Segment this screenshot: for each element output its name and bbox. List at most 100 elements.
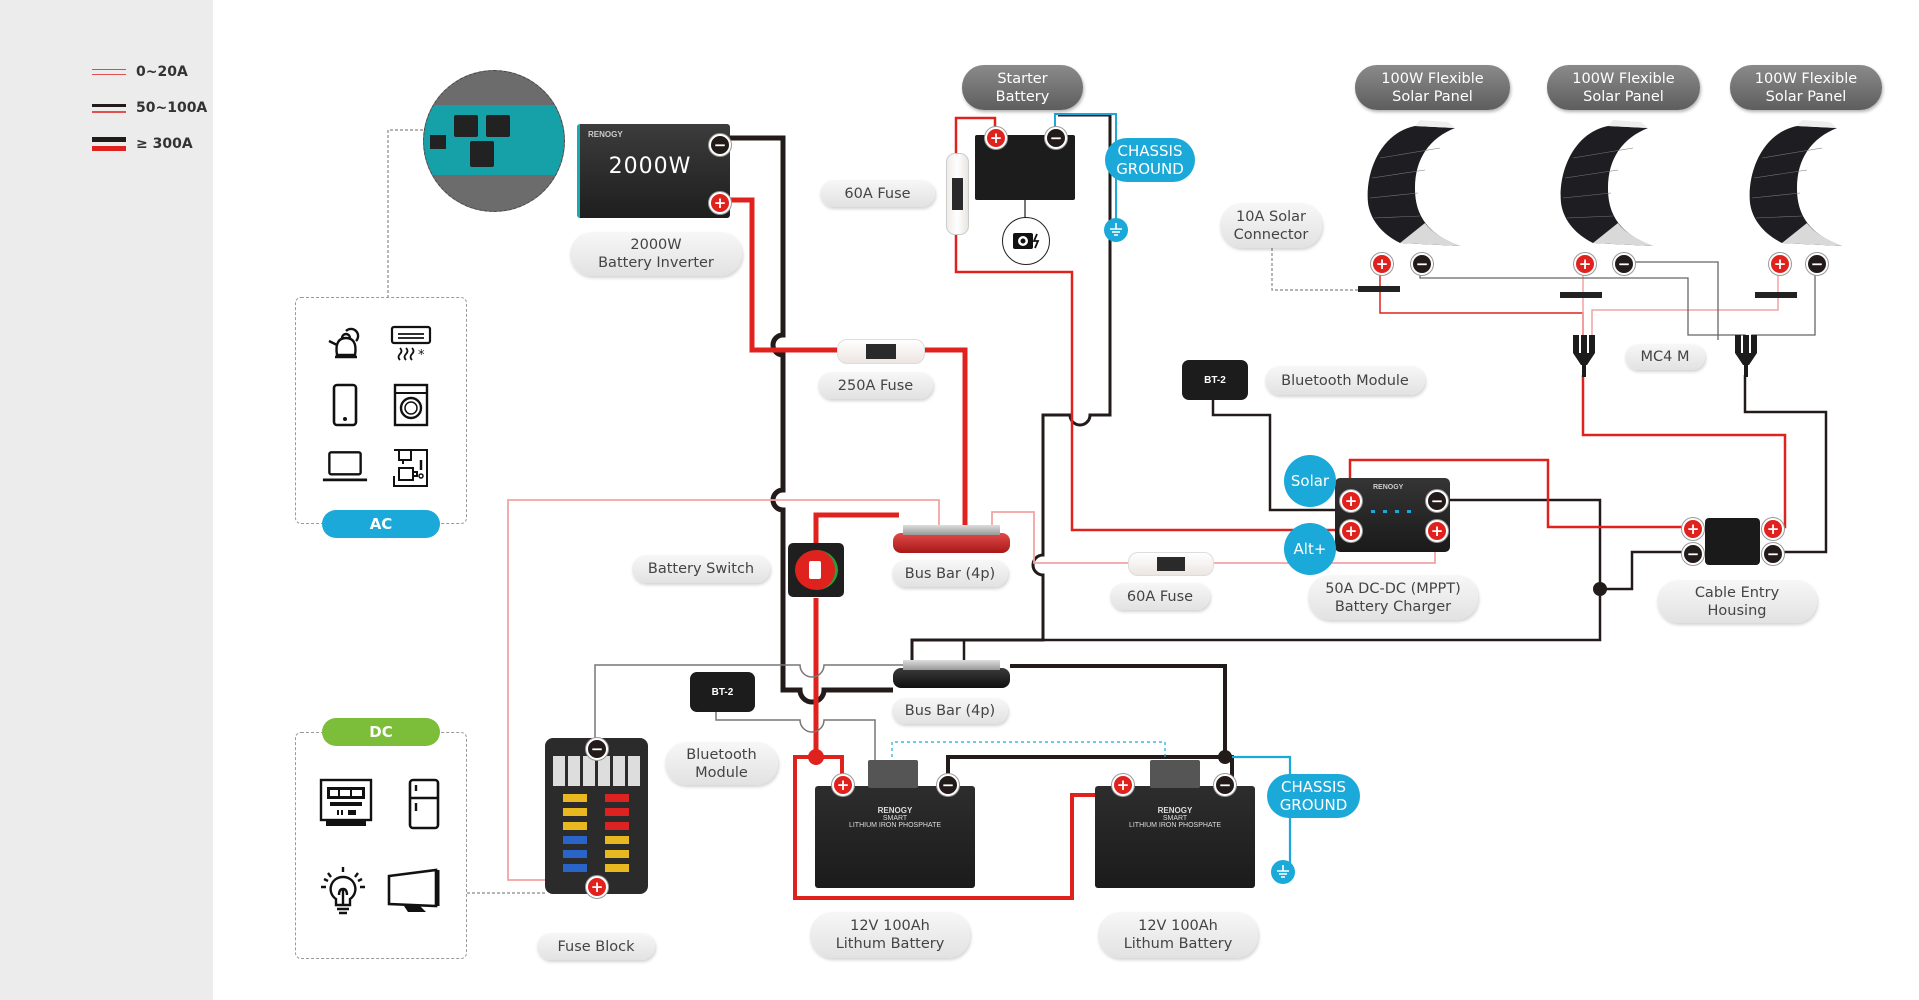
panel-3-positive-terminal[interactable]: + xyxy=(1769,253,1791,275)
junction-dot xyxy=(808,749,824,765)
battery-1-negative-terminal[interactable]: − xyxy=(937,774,959,796)
dc-loads-box xyxy=(295,732,467,959)
busbar-neg-to-charger xyxy=(962,498,1602,660)
mc4-y-branch-connector xyxy=(1573,335,1595,377)
bus-bar-negative-label: Bus Bar (4p) xyxy=(892,698,1008,724)
solar-panel-1-label: 100W Flexible Solar Panel xyxy=(1355,65,1510,110)
inverter-device: RENOGY 2000W xyxy=(577,124,730,218)
charger-brand: RENOGY xyxy=(1373,484,1404,491)
switch-knob[interactable] xyxy=(794,550,838,590)
battery-brand: RENOGY xyxy=(877,806,913,815)
cable-entry-in-negative[interactable]: − xyxy=(1682,543,1704,565)
kettle-icon xyxy=(322,320,368,366)
fuse-element xyxy=(866,344,896,359)
bus-bar-negative xyxy=(893,660,1010,688)
charger-alt-positive-terminal[interactable]: + xyxy=(1340,520,1362,542)
battery-2-comm-port xyxy=(1150,760,1200,788)
solar-panel-2 xyxy=(1560,120,1653,246)
battery-switch[interactable] xyxy=(788,543,844,597)
inverter-panel xyxy=(424,105,564,175)
fuse-block-label: Fuse Block xyxy=(537,933,655,960)
inverter-label: 2000W Battery Inverter xyxy=(570,232,742,276)
battery-brand: RENOGY xyxy=(1157,806,1193,815)
panel-1-positive-terminal[interactable]: + xyxy=(1371,253,1393,275)
fuse-column-left-blue xyxy=(563,836,587,876)
panel-1-negative-terminal[interactable]: − xyxy=(1411,253,1433,275)
battery-switch-label: Battery Switch xyxy=(632,555,770,583)
bus-bar-studs xyxy=(903,660,1000,670)
ac-outlet-icon xyxy=(470,141,494,167)
battery-line1: SMART xyxy=(1162,815,1188,822)
fuse-block-negative-terminal[interactable]: − xyxy=(586,738,608,760)
fuse-element xyxy=(1157,557,1185,571)
fuse-60a-bottom xyxy=(1128,552,1214,576)
charger-battery-positive-terminal[interactable]: + xyxy=(1426,520,1448,542)
battery-1-comm-port xyxy=(868,760,918,788)
bluetooth-module-top-label: Bluetooth Module xyxy=(1265,366,1425,395)
bluetooth-module-top: BT-2 xyxy=(1182,360,1248,400)
fuse-block-top-terminals xyxy=(553,756,641,786)
usb-port-icon xyxy=(430,135,446,149)
inverter-display: 2000W xyxy=(608,154,692,179)
bus-bar-positive xyxy=(893,525,1010,553)
inverter-brand: RENOGY xyxy=(588,130,623,139)
cable-entry-label: Cable Entry Housing xyxy=(1657,580,1817,623)
chassis-ground-bottom-label: CHASSIS GROUND xyxy=(1267,774,1360,818)
tv-icon xyxy=(386,865,442,917)
panel-3-negative-terminal[interactable]: − xyxy=(1806,253,1828,275)
starter-battery-negative-terminal[interactable]: − xyxy=(1045,127,1067,149)
solar-input-tag: Solar xyxy=(1284,455,1336,507)
fuse-60a-bottom-label: 60A Fuse xyxy=(1110,583,1210,610)
panel3-pos xyxy=(1591,272,1779,340)
lithium-battery-2-label: 12V 100Ah Lithum Battery xyxy=(1098,912,1258,958)
lithium-battery-2: RENOGY SMART LITHIUM IRON PHOSPHATE xyxy=(1095,786,1255,888)
battery-1-positive-terminal[interactable]: + xyxy=(832,774,854,796)
switch-to-busbar-pos xyxy=(813,512,899,543)
dcdc-charger-label: 50A DC-DC (MPPT) Battery Charger xyxy=(1308,575,1478,620)
ac-loads-box: * xyxy=(295,297,467,524)
inverter-negative-terminal[interactable]: − xyxy=(709,134,731,156)
cable-entry-out-negative[interactable]: − xyxy=(1762,543,1784,565)
panel-2-positive-terminal[interactable]: + xyxy=(1574,253,1596,275)
mc4-pos-out xyxy=(1581,375,1787,529)
charger-solar-positive-terminal[interactable]: + xyxy=(1340,490,1362,512)
cable-entry-in-positive[interactable]: + xyxy=(1682,518,1704,540)
panel3-neg xyxy=(1751,272,1816,340)
bt2-device-text: BT-2 xyxy=(1204,374,1226,386)
bt2-device-text: BT-2 xyxy=(711,686,734,698)
panel1-pos xyxy=(1379,272,1584,340)
panel2-neg xyxy=(1622,261,1719,340)
mc4-inline-connector xyxy=(1755,292,1797,298)
battery-2-positive-terminal[interactable]: + xyxy=(1112,774,1134,796)
light-bulb-icon xyxy=(318,865,368,917)
battery-line2: LITHIUM IRON PHOSPHATE xyxy=(848,822,942,829)
solar-panel-3-label: 100W Flexible Solar Panel xyxy=(1730,65,1882,110)
panel-2-negative-terminal[interactable]: − xyxy=(1613,253,1635,275)
switch-knob-grip xyxy=(808,561,821,579)
solar-panel-1 xyxy=(1367,120,1460,246)
solar-connector-label: 10A Solar Connector xyxy=(1220,203,1322,248)
ac-loads-pill: AC xyxy=(322,510,440,538)
battery-2-negative-terminal[interactable]: − xyxy=(1214,774,1236,796)
ground-symbol-icon xyxy=(1271,860,1295,884)
ground-symbol-icon xyxy=(1104,218,1128,242)
solar-panel-3 xyxy=(1749,120,1842,246)
mc4-y-branch-connector xyxy=(1735,335,1757,377)
fridge-icon xyxy=(401,778,447,830)
battery-line1: SMART xyxy=(882,815,908,822)
ac-outlet-icon xyxy=(454,115,478,137)
bluetooth-module-bottom: BT-2 xyxy=(690,672,755,712)
charger-negative-terminal[interactable]: − xyxy=(1426,490,1448,512)
fuse-block-positive-terminal[interactable]: + xyxy=(586,876,608,898)
starter-battery-positive-terminal[interactable]: + xyxy=(985,127,1007,149)
fuse-element xyxy=(952,178,963,210)
dc-loads-pill: DC xyxy=(322,718,440,746)
cable-entry-out-positive[interactable]: + xyxy=(1762,518,1784,540)
fuse-column-right-yellow xyxy=(605,836,629,876)
busbar-to-fuse60-light xyxy=(991,511,1128,564)
inverter-positive-terminal[interactable]: + xyxy=(709,192,731,214)
solar-connector-dashed xyxy=(1271,248,1365,291)
battery-line2: LITHIUM IRON PHOSPHATE xyxy=(1128,822,1222,829)
fuse-column-right-red xyxy=(605,794,629,834)
fuse-250a-label: 250A Fuse xyxy=(818,372,933,399)
